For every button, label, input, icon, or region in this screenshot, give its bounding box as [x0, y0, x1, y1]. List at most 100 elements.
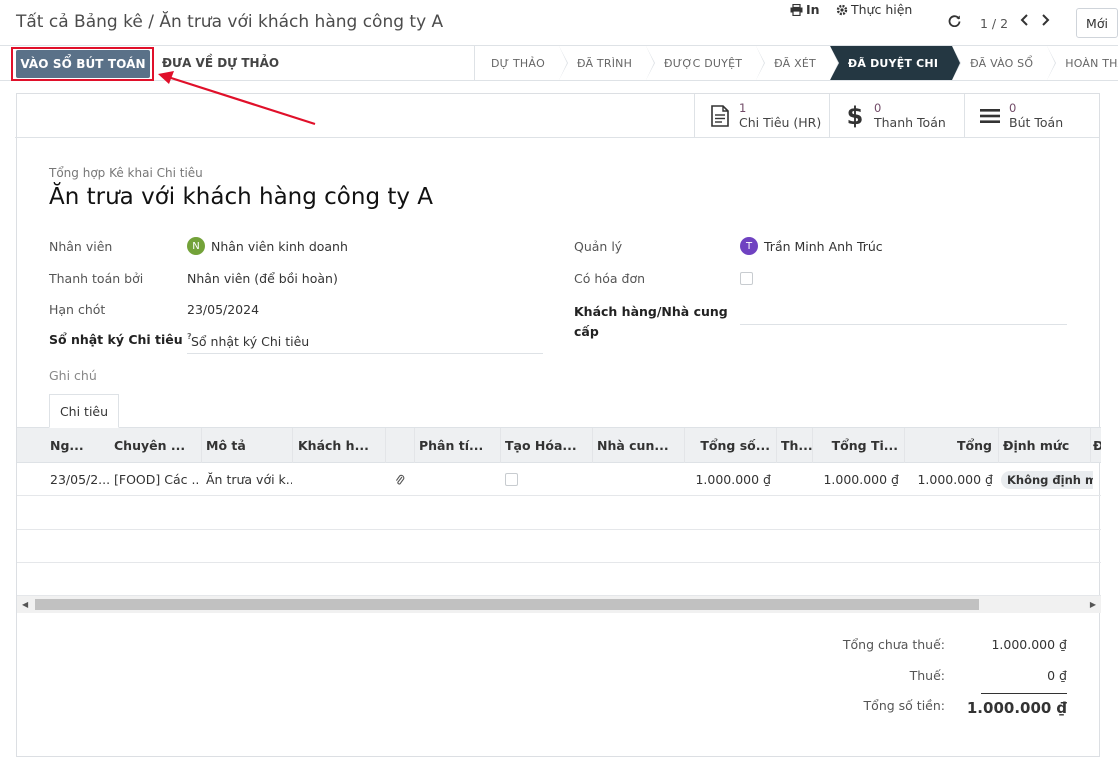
stage-done[interactable]: HOÀN THÀNH — [1047, 46, 1118, 80]
employee-field[interactable]: N Nhân viên kinh doanh — [187, 237, 348, 255]
tax-value: 0 ₫ — [1047, 668, 1067, 683]
print-label: In — [806, 2, 820, 17]
chevron-right-icon — [1042, 14, 1050, 26]
horizontal-scrollbar[interactable]: ◀ ▶ — [17, 596, 1101, 613]
invoice-checkbox[interactable] — [740, 272, 753, 285]
employee-avatar: N — [187, 237, 205, 255]
notes-label[interactable]: Ghi chú — [49, 368, 97, 383]
manager-avatar: T — [740, 237, 758, 255]
stage-draft[interactable]: DỰ THẢO — [474, 46, 568, 80]
stage-submitted[interactable]: ĐÃ TRÌNH — [558, 46, 656, 80]
tax-label: Thuế: — [909, 668, 945, 683]
paid-by-value: Nhân viên (để bồi hoàn) — [187, 271, 338, 286]
action-button[interactable]: Thực hiện — [836, 2, 912, 17]
scrollbar-thumb[interactable] — [35, 599, 979, 610]
vendor-label-line-2: cấp — [574, 324, 599, 339]
col-total-untaxed[interactable]: Tổng số... — [683, 428, 777, 463]
table-row-empty — [17, 530, 1101, 563]
smart-button-payments-label: Thanh Toán — [874, 115, 946, 130]
col-policy[interactable]: Định mức — [997, 428, 1091, 463]
policy-badge: Không định mú — [1001, 470, 1093, 489]
stage-reviewed[interactable]: ĐÃ XÉT — [756, 46, 839, 80]
paid-by-label: Thanh toán bởi — [49, 271, 144, 286]
cell-create-invoice-checkbox[interactable] — [505, 473, 518, 486]
breadcrumb-parent-link[interactable]: Tất cả Bảng kê — [16, 12, 143, 32]
print-button[interactable]: In — [790, 2, 820, 17]
pager-prev-button[interactable] — [1020, 14, 1029, 26]
printer-icon — [790, 3, 803, 16]
journal-label-text: Sổ nhật ký Chi tiêu — [49, 332, 183, 348]
stage-payment-approved[interactable]: ĐÃ DUYỆT CHI — [829, 46, 962, 80]
vendor-label-line-1: Khách hàng/Nhà cung — [574, 304, 728, 319]
record-title[interactable]: Ăn trưa với khách hàng công ty A — [49, 184, 433, 210]
refresh-icon — [948, 15, 961, 27]
refresh-button[interactable] — [948, 14, 961, 27]
smart-button-payments-value: 0 — [874, 101, 882, 115]
breadcrumb: Tất cả Bảng kê / Ăn trưa với khách hàng … — [16, 12, 443, 32]
stage-posted[interactable]: ĐÃ VÀO SỔ — [952, 46, 1057, 80]
model-label: Tổng hợp Kê khai Chi tiêu — [49, 166, 203, 180]
cell-description: Ăn trưa với k... — [206, 472, 292, 487]
smart-button-journal-entries[interactable]: 0 Bút Toán — [964, 94, 1099, 138]
chevron-left-icon — [1020, 14, 1028, 26]
col-total[interactable]: Tổng — [903, 428, 999, 463]
journal-input[interactable]: Sổ nhật ký Chi tiêu — [191, 334, 309, 349]
col-vendor[interactable]: Nhà cun... — [591, 428, 685, 463]
table-header: Ng... Chuyên ... Mô tả Khách h... Phân t… — [17, 428, 1101, 463]
cell-attachment[interactable] — [389, 463, 415, 496]
reset-to-draft-button[interactable]: ĐƯA VỀ DỰ THẢO — [162, 56, 279, 70]
breadcrumb-current: Ăn trưa với khách hàng công ty A — [159, 12, 444, 32]
list-icon — [980, 109, 1000, 123]
stage-approved[interactable]: ĐƯỢC DUYỆT — [646, 46, 766, 80]
cell-date: 23/05/2... — [50, 472, 110, 487]
smart-button-journal-entries-value: 0 — [1009, 101, 1017, 115]
form-sheet: 1 Chi Tiêu (HR) $ 0 Thanh Toán 0 Bút Toán T… — [15, 93, 1101, 757]
cell-category: [FOOD] Các ... — [114, 472, 200, 487]
col-description[interactable]: Mô tả — [200, 428, 293, 463]
totals-divider — [981, 693, 1067, 694]
status-bar: VÀO SỔ BÚT TOÁN ĐƯA VỀ DỰ THẢO DỰ THẢO Đ… — [0, 45, 1118, 81]
pager-value[interactable]: 1 / 2 — [980, 16, 1008, 31]
untaxed-total-value: 1.000.000 ₫ — [991, 637, 1067, 652]
smart-button-expenses[interactable]: 1 Chi Tiêu (HR) — [694, 94, 829, 138]
action-label: Thực hiện — [851, 2, 913, 17]
scroll-left-icon[interactable]: ◀ — [22, 600, 28, 609]
deadline-value: 23/05/2024 — [187, 302, 260, 317]
tab-expenses[interactable]: Chi tiêu — [49, 394, 119, 428]
col-create-invoice[interactable]: Tạo Hóa... — [499, 428, 593, 463]
col-analytic[interactable]: Phân tí... — [413, 428, 501, 463]
employee-value: Nhân viên kinh doanh — [211, 238, 348, 254]
vendor-input[interactable] — [740, 324, 1067, 325]
col-category[interactable]: Chuyên ... — [108, 428, 202, 463]
vendor-label: Khách hàng/Nhà cung cấp — [574, 302, 728, 342]
new-button[interactable]: Mới — [1076, 8, 1118, 38]
cell-total-currency: 1.000.000 ₫ — [823, 472, 899, 487]
highlight-box — [11, 47, 154, 81]
table-row-empty — [17, 497, 1101, 530]
deadline-label: Hạn chót — [49, 302, 106, 317]
untaxed-total-label: Tổng chưa thuế: — [842, 637, 945, 652]
manager-field[interactable]: T Trần Minh Anh Trúc — [740, 237, 883, 255]
scroll-right-icon[interactable]: ▶ — [1090, 600, 1096, 609]
smart-button-expenses-label: Chi Tiêu (HR) — [739, 115, 822, 130]
manager-label: Quản lý — [574, 239, 623, 254]
cell-total: 1.000.000 ₫ — [917, 472, 993, 487]
table-row[interactable]: 23/05/2... [FOOD] Các ... Ăn trưa với k.… — [17, 463, 1101, 496]
journal-input-underline — [187, 353, 543, 354]
document-icon — [711, 105, 729, 127]
col-extra[interactable]: Đ — [1087, 428, 1101, 463]
breadcrumb-separator: / — [142, 12, 160, 32]
col-total-currency[interactable]: Tổng Ti... — [811, 428, 905, 463]
col-tax[interactable]: Th... — [775, 428, 813, 463]
table-row-empty — [17, 563, 1101, 596]
pager-next-button[interactable] — [1041, 14, 1050, 26]
invoice-label: Có hóa đơn — [574, 271, 646, 286]
amount-total-label: Tổng số tiền: — [863, 698, 945, 713]
control-panel: Tất cả Bảng kê / Ăn trưa với khách hàng … — [0, 0, 1118, 82]
smart-button-payments[interactable]: $ 0 Thanh Toán — [829, 94, 964, 138]
employee-label: Nhân viên — [49, 239, 113, 254]
col-customer[interactable]: Khách h... — [292, 428, 386, 463]
journal-label: Sổ nhật ký Chi tiêu ? — [49, 332, 192, 347]
cell-total-untaxed: 1.000.000 ₫ — [695, 472, 771, 487]
stage-bar: DỰ THẢO ĐÃ TRÌNH ĐƯỢC DUYỆT ĐÃ XÉT ĐÃ DU… — [474, 46, 1118, 80]
